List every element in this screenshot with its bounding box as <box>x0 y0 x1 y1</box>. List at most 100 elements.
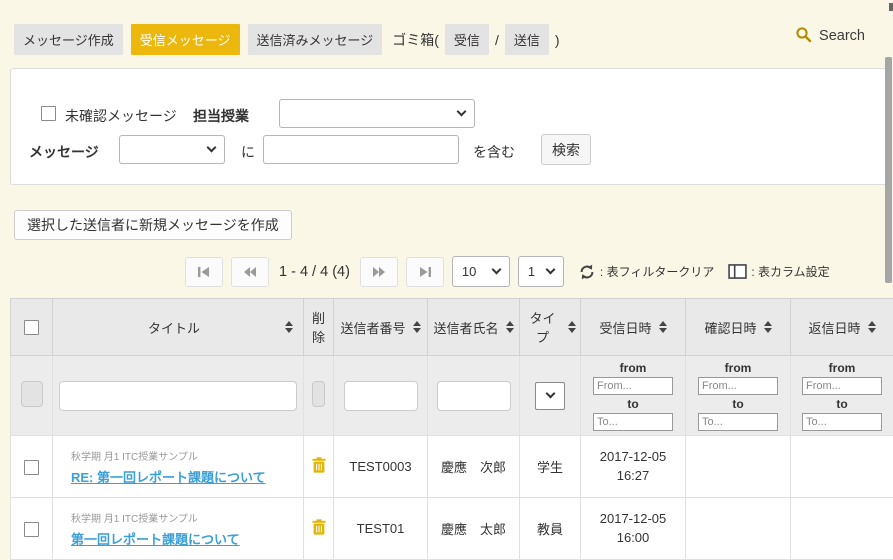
received-from-input[interactable] <box>593 377 673 395</box>
table-filter-row: from to from to from to <box>11 356 893 436</box>
filter-title-cell <box>53 356 304 436</box>
header-sender-name[interactable]: 送信者氏名 <box>428 299 520 356</box>
header-sender-no[interactable]: 送信者番号 <box>334 299 428 356</box>
page-number-select[interactable]: 1 <box>518 256 564 287</box>
search-toggle[interactable]: Search <box>795 26 865 46</box>
column-settings-icon[interactable] <box>728 264 747 279</box>
filter-sender-name-cell <box>428 356 520 436</box>
sender-no-filter-input[interactable] <box>344 381 418 411</box>
unconfirmed-checkbox[interactable] <box>41 106 56 121</box>
last-page-button[interactable] <box>406 257 444 287</box>
next-page-button[interactable] <box>360 257 398 287</box>
sort-icon[interactable] <box>413 321 421 333</box>
keyword-input[interactable] <box>263 135 459 164</box>
trash-group: ゴミ箱( 受信 / 送信 ) <box>392 24 559 55</box>
received-to-input[interactable] <box>593 413 673 431</box>
header-confirmed[interactable]: 確認日時 <box>686 299 791 356</box>
row-checkbox[interactable] <box>24 522 39 537</box>
row-checkbox[interactable] <box>24 460 39 475</box>
header-replied-label: 返信日時 <box>808 318 860 337</box>
filter-received-cell: from to <box>581 356 686 436</box>
column-settings-label: : 表カラム設定 <box>751 263 829 280</box>
replied-from-input[interactable] <box>802 377 882 395</box>
page-size-select[interactable]: 10 <box>452 256 510 287</box>
header-type[interactable]: タイプ <box>520 299 581 356</box>
header-title-label: タイトル <box>63 318 285 337</box>
chevron-down-icon <box>545 265 555 275</box>
row-sender-name-cell: 慶應 太郎 <box>428 498 520 560</box>
sort-icon[interactable] <box>506 321 514 333</box>
header-confirmed-label: 確認日時 <box>704 318 756 337</box>
trash-icon[interactable] <box>312 457 326 473</box>
tab-trash-inbox[interactable]: 受信 <box>445 24 489 55</box>
from-label: from <box>725 361 752 375</box>
unconfirmed-label: 未確認メッセージ <box>65 106 177 126</box>
to-label: to <box>836 397 847 411</box>
filter-delete-cell <box>304 356 334 436</box>
tab-inbox-messages[interactable]: 受信メッセージ <box>131 24 240 55</box>
sort-icon[interactable] <box>764 321 772 333</box>
select-all-checkbox[interactable] <box>24 320 39 335</box>
filter-type-cell <box>520 356 581 436</box>
new-message-to-selected-button[interactable]: 選択した送信者に新規メッセージを作成 <box>14 210 292 240</box>
sort-icon[interactable] <box>568 321 576 333</box>
message-title-link[interactable]: 第一回レポート課題について <box>71 532 240 547</box>
received-date: 2017-12-05 <box>581 510 685 529</box>
sort-icon[interactable] <box>868 321 876 333</box>
row-sender-name-cell: 慶應 次郎 <box>428 436 520 498</box>
chevron-down-icon <box>457 107 467 117</box>
filter-panel: 未確認メッセージ 担当授業 メッセージ に を含む 検索 <box>10 68 888 185</box>
refresh-icon[interactable] <box>578 263 596 281</box>
header-replied[interactable]: 返信日時 <box>791 299 893 356</box>
course-label: 秋学期 月1 ITC授業サンプル <box>71 448 303 463</box>
confirmed-to-input[interactable] <box>698 413 778 431</box>
received-time: 16:00 <box>581 529 685 548</box>
chevron-down-icon <box>207 143 217 153</box>
previous-page-icon <box>243 266 257 278</box>
row-delete-cell <box>304 498 334 560</box>
row-confirmed-cell <box>686 436 791 498</box>
header-received[interactable]: 受信日時 <box>581 299 686 356</box>
tab-create-message[interactable]: メッセージ作成 <box>14 24 123 55</box>
confirmed-from-input[interactable] <box>698 377 778 395</box>
filter-checkbox-cell <box>11 356 53 436</box>
filter-search-button[interactable]: 検索 <box>541 134 591 165</box>
vertical-scrollbar-thumb[interactable] <box>885 57 892 283</box>
chevron-down-icon <box>491 265 501 275</box>
row-type-cell: 学生 <box>520 436 581 498</box>
next-page-icon <box>372 266 386 278</box>
header-type-label: タイプ <box>524 308 561 346</box>
message-field-select[interactable] <box>119 135 225 164</box>
table-row: 秋学期 月1 ITC授業サンプル RE: 第一回レポート課題について TEST0… <box>11 436 893 498</box>
trash-label-suffix: ) <box>555 32 560 48</box>
filter-replied-cell: from to <box>791 356 893 436</box>
first-page-button[interactable] <box>185 257 223 287</box>
tab-sent-messages[interactable]: 送信済みメッセージ <box>248 24 383 55</box>
sender-name-filter-input[interactable] <box>437 381 511 411</box>
pagination-range-label: 1 - 4 / 4 (4) <box>279 264 350 280</box>
table-header-row: タイトル 削除 送信者番号 送信者氏名 タイプ <box>11 299 893 356</box>
title-filter-input[interactable] <box>59 381 297 411</box>
tab-trash-sent[interactable]: 送信 <box>505 24 549 55</box>
message-title-link[interactable]: RE: 第一回レポート課題について <box>71 470 266 485</box>
row-sender-no-cell: TEST0003 <box>334 436 428 498</box>
trash-label-prefix: ゴミ箱( <box>392 30 439 50</box>
sort-icon[interactable] <box>659 321 667 333</box>
last-page-icon <box>418 266 432 278</box>
from-label: from <box>620 361 647 375</box>
filter-confirmed-cell: from to <box>686 356 791 436</box>
type-filter-select[interactable] <box>535 382 565 410</box>
header-select-all[interactable] <box>11 299 53 356</box>
sort-icon[interactable] <box>285 321 293 333</box>
previous-page-button[interactable] <box>231 257 269 287</box>
header-title[interactable]: タイトル <box>53 299 304 356</box>
row-type-cell: 教員 <box>520 498 581 560</box>
from-label: from <box>829 361 856 375</box>
row-replied-cell <box>791 436 893 498</box>
trash-icon[interactable] <box>312 519 326 535</box>
to-label: to <box>627 397 638 411</box>
particle-ni-label: に <box>241 142 255 162</box>
course-select[interactable] <box>279 99 475 128</box>
chevron-down-icon <box>545 389 555 399</box>
replied-to-input[interactable] <box>802 413 882 431</box>
